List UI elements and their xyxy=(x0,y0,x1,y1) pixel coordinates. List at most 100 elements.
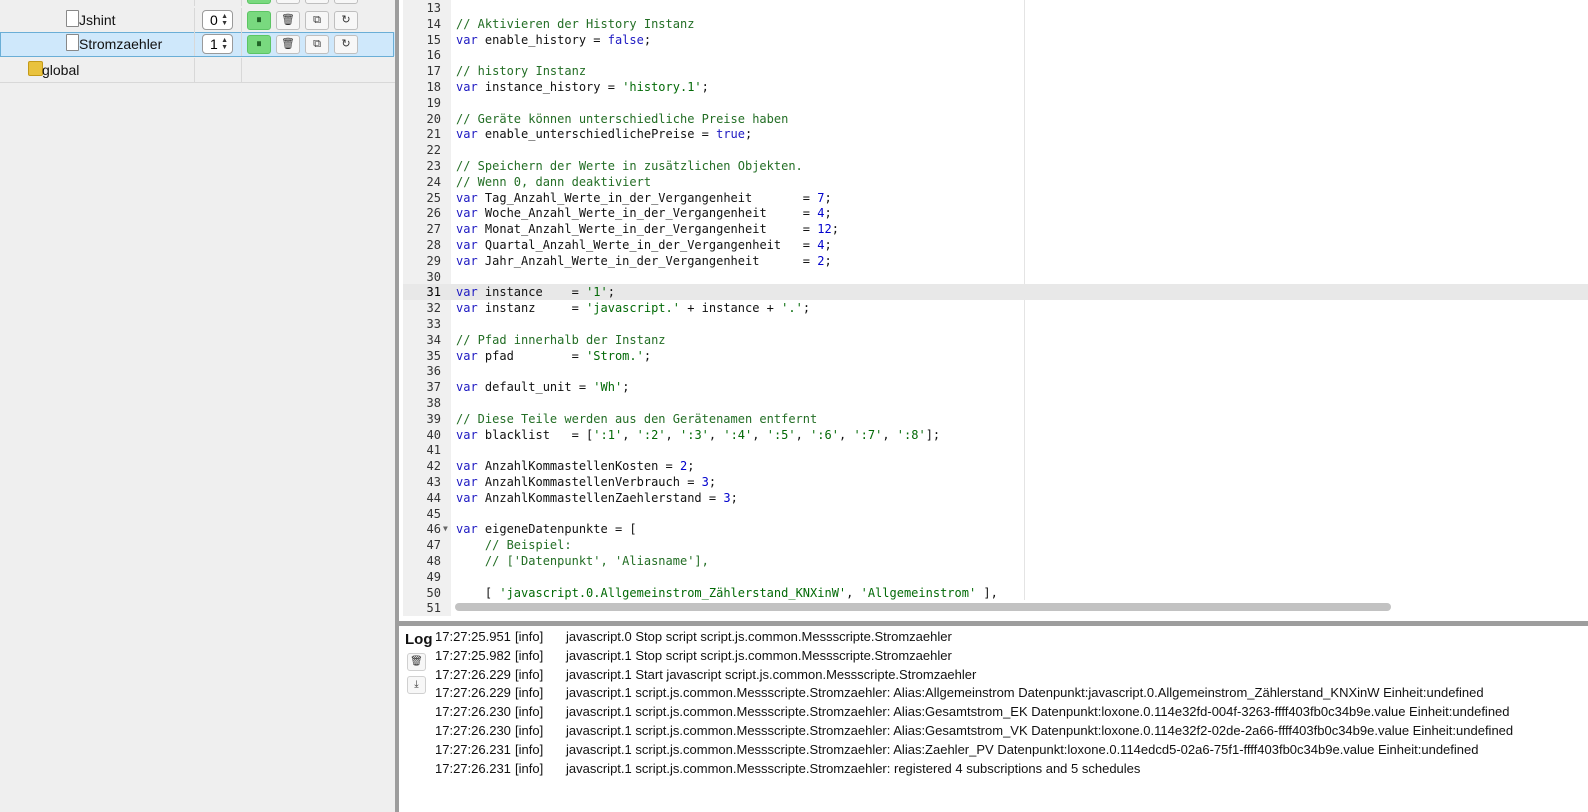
line-number: 33 xyxy=(426,317,441,331)
log-panel: Log 🗑 ⤓ 17:27:25.951 [info] javascript.0 S… xyxy=(403,626,1588,812)
file-icon xyxy=(66,10,79,27)
line-number: 37 xyxy=(426,380,441,395)
code-line[interactable]: 43 var AnzahlKommastellenVerbrauch = 3; xyxy=(403,474,1588,490)
code-line[interactable]: 21 var enable_unterschiedlichePreise = tr… xyxy=(403,126,1588,142)
tree-cell-name: Jshint xyxy=(0,8,195,32)
code-line[interactable]: 33 xyxy=(403,316,1588,332)
delete-button[interactable]: 🗑 xyxy=(276,35,300,54)
line-number: 32 xyxy=(426,301,441,316)
restart-button[interactable]: ↻ xyxy=(334,11,358,30)
copy-button[interactable] xyxy=(305,0,329,4)
code-line[interactable]: 19 xyxy=(403,95,1588,111)
tree-row-stromzaehler[interactable]: Stromzaehler 1 ▲ ▼ ⏸ 🗑 ⧉ ↻ xyxy=(0,32,399,57)
code-line[interactable]: 17 // history Instanz xyxy=(403,63,1588,79)
code-line[interactable]: 47 // Beispiel: xyxy=(403,537,1588,553)
log-message: javascript.1 script.js.common.Messscript… xyxy=(566,704,1510,720)
delete-button[interactable] xyxy=(276,0,300,4)
code-line[interactable]: 27 var Monat_Anzahl_Werte_in_der_Vergange… xyxy=(403,221,1588,237)
log-level: [info] xyxy=(515,741,544,757)
line-number: 36 xyxy=(426,364,441,379)
log-level: [info] xyxy=(515,760,544,776)
line-number: 15 xyxy=(426,32,441,47)
line-code: var Woche_Anzahl_Werte_in_der_Vergangenh… xyxy=(456,206,832,221)
tree-divider xyxy=(0,82,399,83)
instance-select[interactable]: 1 ▲ ▼ xyxy=(202,34,233,54)
code-line[interactable]: 25 var Tag_Anzahl_Werte_in_der_Vergangenh… xyxy=(403,190,1588,206)
restart-button[interactable] xyxy=(334,0,358,4)
line-number: 17 xyxy=(426,64,441,79)
code-line[interactable]: 46 ▼ var eigeneDatenpunkte = [ xyxy=(403,521,1588,537)
log-time: 17:27:25.982 xyxy=(435,647,511,663)
tree-cell-instance: 0 ▲ ▼ xyxy=(195,8,242,32)
tree-row-jshint[interactable]: Jshint 0 ▲ ▼ ⏸ 🗑 ⧉ ↻ xyxy=(0,8,399,32)
code-line[interactable]: 29 var Jahr_Anzahl_Werte_in_der_Vergangen… xyxy=(403,253,1588,269)
code-line[interactable]: 45 xyxy=(403,506,1588,522)
code-line[interactable]: 22 xyxy=(403,142,1588,158)
line-code: // Wenn 0, dann deaktiviert xyxy=(456,174,652,189)
fold-arrow-icon[interactable]: ▼ xyxy=(443,521,448,537)
code-line[interactable]: 39 // Diese Teile werden aus den Gerätena… xyxy=(403,411,1588,427)
line-code: [ 'javascript.0.Allgemeinstrom_Zählersta… xyxy=(456,585,998,600)
restart-button[interactable]: ↻ xyxy=(334,35,358,54)
tree-cell-name: Stromzaehler xyxy=(0,32,195,56)
code-line[interactable]: 35 var pfad = 'Strom.'; xyxy=(403,348,1588,364)
download-log-icon[interactable]: ⤓ xyxy=(407,676,426,694)
instance-select[interactable]: 0 ▲ ▼ xyxy=(202,10,233,30)
code-line[interactable]: 50 [ 'javascript.0.Allgemeinstrom_Zähler… xyxy=(403,585,1588,601)
line-number: 20 xyxy=(426,111,441,126)
horizontal-scrollbar[interactable] xyxy=(455,603,1391,611)
clear-log-icon[interactable]: 🗑 xyxy=(407,653,426,671)
line-code: var eigeneDatenpunkte = [ xyxy=(456,522,637,537)
code-line[interactable]: 37 var default_unit = 'Wh'; xyxy=(403,379,1588,395)
line-number: 28 xyxy=(426,238,441,252)
tree-cell-actions: ⏸ 🗑 ⧉ ↻ xyxy=(242,8,394,32)
tree-row-partial[interactable] xyxy=(0,0,399,6)
log-level: [info] xyxy=(515,723,544,738)
tree-cell-instance xyxy=(195,58,242,82)
code-line[interactable]: 20 // Geräte können unterschiedliche Prei… xyxy=(403,111,1588,127)
line-code: // Speichern der Werte in zusätzlichen O… xyxy=(456,159,803,173)
pause-button[interactable] xyxy=(247,0,271,4)
line-code: // history Instanz xyxy=(456,64,587,79)
tree-cell-instance: 1 ▲ ▼ xyxy=(195,32,242,56)
code-line[interactable]: 48 // ['Datenpunkt', 'Aliasname'], xyxy=(403,553,1588,569)
copy-button[interactable]: ⧉ xyxy=(305,35,329,54)
code-line[interactable]: 14 // Aktivieren der History Instanz xyxy=(403,16,1588,32)
code-line[interactable]: 36 xyxy=(403,363,1588,379)
code-line[interactable]: 32 var instanz = 'javascript.' + instance… xyxy=(403,300,1588,316)
log-message: javascript.0 Stop script script.js.commo… xyxy=(566,629,952,644)
code-line[interactable]: 34 // Pfad innerhalb der Instanz xyxy=(403,332,1588,348)
code-line[interactable]: 18 var instance_history = 'history.1'; xyxy=(403,79,1588,95)
code-line[interactable]: 16 xyxy=(403,47,1588,63)
code-line[interactable]: 30 xyxy=(403,269,1588,285)
code-line[interactable]: 38 xyxy=(403,395,1588,411)
copy-button[interactable]: ⧉ xyxy=(305,11,329,30)
line-number: 43 xyxy=(426,475,441,489)
code-line[interactable]: 44 var AnzahlKommastellenZaehlerstand = 3… xyxy=(403,490,1588,506)
log-level: [info] xyxy=(515,704,544,720)
code-line[interactable]: 41 xyxy=(403,442,1588,458)
code-line[interactable]: 24 // Wenn 0, dann deaktiviert xyxy=(403,174,1588,190)
line-code: var AnzahlKommastellenVerbrauch = 3; xyxy=(456,475,717,489)
code-line[interactable]: 26 var Woche_Anzahl_Werte_in_der_Vergange… xyxy=(403,205,1588,221)
line-number: 35 xyxy=(426,348,441,363)
vertical-splitter[interactable] xyxy=(395,0,399,812)
code-line[interactable]: 15 var enable_history = false; xyxy=(403,32,1588,48)
pause-button[interactable]: ⏸ xyxy=(247,11,271,30)
log-level: [info] xyxy=(515,629,544,644)
line-code: var instanz = 'javascript.' + instance +… xyxy=(456,301,811,316)
delete-button[interactable]: 🗑 xyxy=(276,11,300,30)
code-line[interactable]: 13 xyxy=(403,0,1588,16)
tree-cell-name xyxy=(0,0,195,6)
pause-button[interactable]: ⏸ xyxy=(247,35,271,54)
code-editor[interactable]: 13 14 // Aktivieren der History Instanz 15 v… xyxy=(403,0,1588,616)
line-code: var AnzahlKommastellenKosten = 2; xyxy=(456,459,695,474)
code-line[interactable]: 23 // Speichern der Werte in zusätzlichen… xyxy=(403,158,1588,174)
code-line[interactable]: 40 var blacklist = [':1', ':2', ':3', ':4… xyxy=(403,427,1588,443)
log-time: 17:27:26.229 xyxy=(435,685,511,701)
code-line[interactable]: 49 xyxy=(403,569,1588,585)
tree-row-global[interactable]: global xyxy=(0,58,399,82)
code-line[interactable]: 31 var instance = '1'; xyxy=(403,284,1588,301)
code-line[interactable]: 42 var AnzahlKommastellenKosten = 2; xyxy=(403,458,1588,474)
code-line[interactable]: 28 var Quartal_Anzahl_Werte_in_der_Vergan… xyxy=(403,237,1588,253)
